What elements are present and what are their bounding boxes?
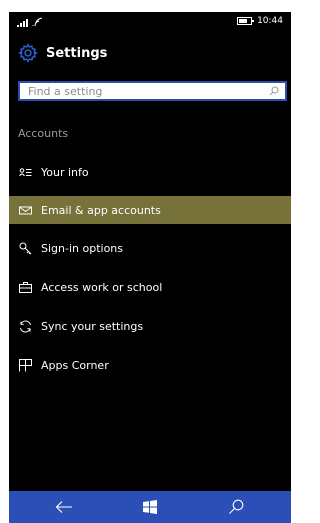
windows-icon[interactable] [143,500,157,514]
status-left [17,17,43,27]
signal-strength-icon [17,18,28,27]
menu-item-your-info[interactable]: Your info [9,158,291,186]
app-header: Settings [18,42,107,64]
status-bar: 10:44 [9,12,291,34]
search-input[interactable] [20,83,269,99]
menu-label: Apps Corner [41,358,109,372]
page-title: Settings [46,45,108,61]
mail-icon [19,206,32,214]
apps-corner-icon [19,358,32,371]
menu-item-email-app-accounts[interactable]: Email & app accounts [9,196,291,224]
sync-icon [20,319,31,333]
menu-item-sync-your-settings[interactable]: Sync your settings [9,312,291,340]
search-icon[interactable] [269,86,279,96]
menu-label: Your info [41,165,89,179]
menu-item-apps-corner[interactable]: Apps Corner [9,351,291,379]
menu-label: Email & app accounts [41,203,161,217]
clock: 10:44 [257,16,283,26]
battery-icon [237,17,255,25]
menu-label: Access work or school [41,280,163,294]
contact-card-icon [19,167,32,176]
briefcase-icon [19,281,32,293]
menu-item-sign-in-options[interactable]: Sign-in options [9,234,291,262]
back-button[interactable] [34,491,94,523]
status-right: 10:44 [237,16,283,26]
search-box[interactable] [18,81,287,101]
gear-icon [18,43,38,63]
key-icon [19,242,32,254]
menu-label: Sync your settings [41,319,144,333]
menu-item-access-work-or-school[interactable]: Access work or school [9,273,291,301]
search-icon[interactable] [228,499,244,515]
phone-screen: 10:44 Settings Accounts Your [9,12,291,523]
navigation-bar [9,491,291,523]
wifi-icon [32,17,43,27]
section-label-accounts: Accounts [18,127,69,140]
menu-label: Sign-in options [41,241,124,255]
start-button[interactable] [120,491,180,523]
search-button[interactable] [206,491,266,523]
back-icon[interactable] [55,500,73,514]
